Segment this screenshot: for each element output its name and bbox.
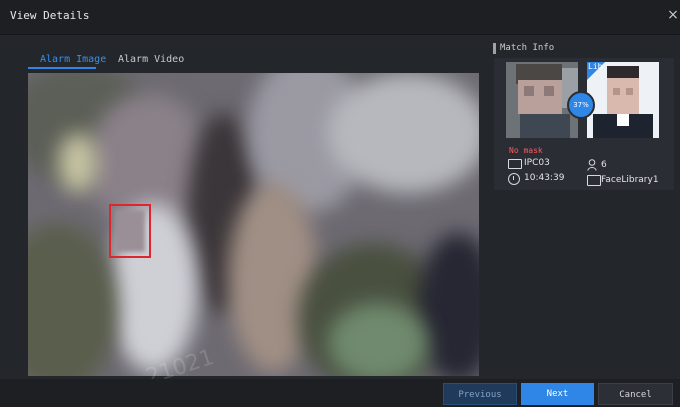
clock-icon: [508, 173, 520, 185]
dialog-title: View Details: [10, 9, 90, 22]
section-marker: [493, 43, 496, 54]
capture-time: 10:43:39: [524, 173, 565, 183]
camera-name: IPC03: [524, 158, 550, 168]
match-info-title: Match Info: [500, 43, 555, 53]
library-tag-label: Lib: [588, 62, 603, 71]
camera-icon: [508, 159, 522, 169]
face-library-name: FaceLibrary1: [601, 175, 659, 185]
folder-icon: [587, 175, 601, 186]
detected-face-box[interactable]: [109, 204, 151, 258]
similarity-score-badge: 37%: [567, 91, 595, 119]
cancel-button[interactable]: Cancel: [598, 383, 673, 405]
previous-button[interactable]: Previous: [443, 383, 517, 405]
person-icon: [587, 159, 597, 171]
next-button[interactable]: Next: [521, 383, 594, 405]
view-details-dialog: View Details × Alarm Image Alarm Video 2…: [0, 0, 680, 407]
active-tab-underline: [28, 67, 96, 69]
face-crop: [115, 210, 145, 252]
alarm-image-viewer[interactable]: [28, 73, 479, 376]
tab-alarm-image[interactable]: Alarm Image: [40, 54, 106, 65]
mask-status: No mask: [509, 146, 543, 155]
dialog-titlebar: View Details ×: [0, 0, 680, 35]
match-count: 6: [601, 160, 607, 170]
tab-alarm-video[interactable]: Alarm Video: [118, 54, 184, 65]
close-icon[interactable]: ×: [666, 7, 680, 23]
